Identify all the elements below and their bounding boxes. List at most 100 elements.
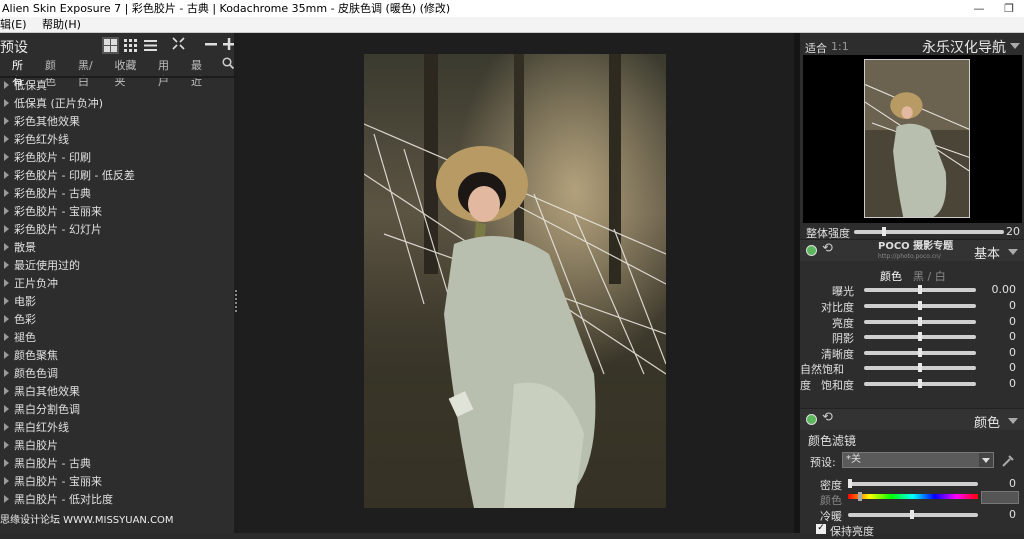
list-view-icon[interactable]	[142, 37, 159, 54]
expand-arrow-icon[interactable]	[4, 153, 9, 161]
preset-folder[interactable]: 低保真 (正片负冲)	[0, 95, 234, 113]
reset-icon[interactable]: ⟲	[822, 411, 834, 424]
density-slider-thumb[interactable]	[848, 479, 852, 488]
preset-folder[interactable]: 颜色聚焦	[0, 347, 234, 365]
color-section-header[interactable]: ⟲ 颜色	[800, 408, 1024, 431]
preset-folder[interactable]: 彩色胶片 - 印刷 - 低反差	[0, 167, 234, 185]
slider-thumb[interactable]	[918, 363, 922, 372]
expand-arrow-icon[interactable]	[4, 81, 9, 89]
expand-arrow-icon[interactable]	[4, 279, 9, 287]
tab-bw[interactable]: 黑/白	[78, 57, 103, 88]
remove-preset-icon[interactable]	[205, 38, 217, 53]
tab-color[interactable]: 颜色	[45, 57, 66, 88]
tab-user[interactable]: 用户	[158, 57, 179, 88]
preset-folder[interactable]: 彩色胶片 - 幻灯片	[0, 221, 234, 239]
expand-arrow-icon[interactable]	[4, 261, 9, 269]
expand-arrow-icon[interactable]	[4, 297, 9, 305]
expand-arrow-icon[interactable]	[4, 387, 9, 395]
enable-toggle-icon[interactable]	[806, 245, 817, 256]
expand-arrow-icon[interactable]	[4, 171, 9, 179]
expand-arrow-icon[interactable]	[4, 333, 9, 341]
expand-arrow-icon[interactable]	[4, 189, 9, 197]
expand-arrow-icon[interactable]	[4, 405, 9, 413]
expand-arrow-icon[interactable]	[4, 441, 9, 449]
expand-arrow-icon[interactable]	[4, 135, 9, 143]
minimize-button[interactable]: —	[964, 0, 994, 17]
hue-slider-thumb[interactable]	[858, 492, 862, 501]
preset-folder[interactable]: 黑白胶片 - 低对比度	[0, 491, 234, 509]
strength-value[interactable]: 20	[990, 225, 1020, 238]
search-icon[interactable]	[222, 57, 235, 75]
preset-folder[interactable]: 最近使用过的	[0, 257, 234, 275]
preset-folder[interactable]: 彩色胶片 - 印刷	[0, 149, 234, 167]
expand-arrow-icon[interactable]	[4, 369, 9, 377]
navigator-view[interactable]	[803, 55, 1022, 223]
preset-folder[interactable]: 黑白红外线	[0, 419, 234, 437]
panel-resize-handle[interactable]	[235, 290, 237, 312]
strength-slider[interactable]	[854, 230, 1004, 234]
slider-thumb[interactable]	[918, 301, 922, 310]
collapse-icon[interactable]	[172, 37, 185, 53]
preset-folder[interactable]: 正片负冲	[0, 275, 234, 293]
tab-favorites[interactable]: 收藏夹	[115, 57, 146, 88]
preset-folder[interactable]: 彩色胶片 - 古典	[0, 185, 234, 203]
expand-arrow-icon[interactable]	[4, 351, 9, 359]
warmth-slider-thumb[interactable]	[910, 510, 914, 519]
preset-folder[interactable]: 褪色	[0, 329, 234, 347]
expand-arrow-icon[interactable]	[4, 315, 9, 323]
image-canvas[interactable]	[238, 33, 794, 533]
slider-thumb[interactable]	[918, 348, 922, 357]
preset-folder[interactable]: 黑白胶片	[0, 437, 234, 455]
preset-folder[interactable]: 低保真	[0, 77, 234, 95]
slider-thumb[interactable]	[918, 317, 922, 326]
photo-preview[interactable]	[364, 54, 666, 508]
hue-slider[interactable]	[848, 494, 978, 499]
preset-folder[interactable]: 彩色胶片 - 宝丽来	[0, 203, 234, 221]
small-grid-icon[interactable]	[122, 37, 139, 54]
color-filter-preset-select[interactable]: *关	[842, 452, 994, 468]
preset-folder[interactable]: 黑白胶片 - 古典	[0, 455, 234, 473]
preset-folder[interactable]: 电影	[0, 293, 234, 311]
expand-arrow-icon[interactable]	[4, 459, 9, 467]
preset-folder[interactable]: 黑白胶片 - 宝丽来	[0, 473, 234, 491]
enable-toggle-icon[interactable]	[806, 414, 817, 425]
preset-folder[interactable]: 散景	[0, 239, 234, 257]
slider-thumb[interactable]	[918, 379, 922, 388]
preset-folder[interactable]: 颜色色调	[0, 365, 234, 383]
navigator-thumbnail[interactable]	[864, 59, 970, 218]
tab-all[interactable]: 所有	[12, 57, 33, 88]
eyedropper-icon[interactable]	[1001, 454, 1015, 471]
expand-arrow-icon[interactable]	[4, 99, 9, 107]
chevron-down-icon[interactable]	[1008, 249, 1018, 255]
tab-recent[interactable]: 最近	[191, 57, 212, 88]
expand-arrow-icon[interactable]	[4, 495, 9, 503]
reset-icon[interactable]: ⟲	[822, 242, 834, 255]
restore-button[interactable]: ❐	[994, 0, 1024, 17]
menu-help[interactable]: 帮助(H)	[42, 17, 81, 33]
menu-edit[interactable]: 辑(E)	[0, 17, 27, 33]
zoom-fit-button[interactable]: 适合	[805, 40, 827, 56]
expand-arrow-icon[interactable]	[4, 477, 9, 485]
slider-thumb[interactable]	[918, 285, 922, 294]
large-grid-icon[interactable]	[102, 37, 119, 54]
mode-color-tab[interactable]: 颜色	[880, 268, 902, 284]
basic-section-header[interactable]: ⟲ POCO 摄影专题 http://photo.poco.cn/ 基本	[800, 239, 1024, 262]
preset-folder[interactable]: 彩色其他效果	[0, 113, 234, 131]
expand-arrow-icon[interactable]	[4, 117, 9, 125]
zoom-1to1-button[interactable]: 1:1	[831, 40, 849, 53]
density-slider[interactable]	[848, 482, 978, 486]
expand-arrow-icon[interactable]	[4, 423, 9, 431]
preset-folder[interactable]: 彩色红外线	[0, 131, 234, 149]
chevron-down-icon[interactable]	[1008, 418, 1018, 424]
expand-arrow-icon[interactable]	[4, 243, 9, 251]
slider-thumb[interactable]	[882, 227, 886, 236]
color-swatch[interactable]	[981, 491, 1019, 504]
mode-bw-tab[interactable]: 黑 / 白	[913, 268, 946, 284]
chevron-down-icon[interactable]	[979, 453, 993, 467]
warmth-value[interactable]: 0	[986, 508, 1016, 521]
preset-folder[interactable]: 黑白分割色调	[0, 401, 234, 419]
preset-folder[interactable]: 黑白其他效果	[0, 383, 234, 401]
chevron-down-icon[interactable]	[1010, 43, 1020, 49]
density-value[interactable]: 0	[986, 477, 1016, 490]
expand-arrow-icon[interactable]	[4, 225, 9, 233]
